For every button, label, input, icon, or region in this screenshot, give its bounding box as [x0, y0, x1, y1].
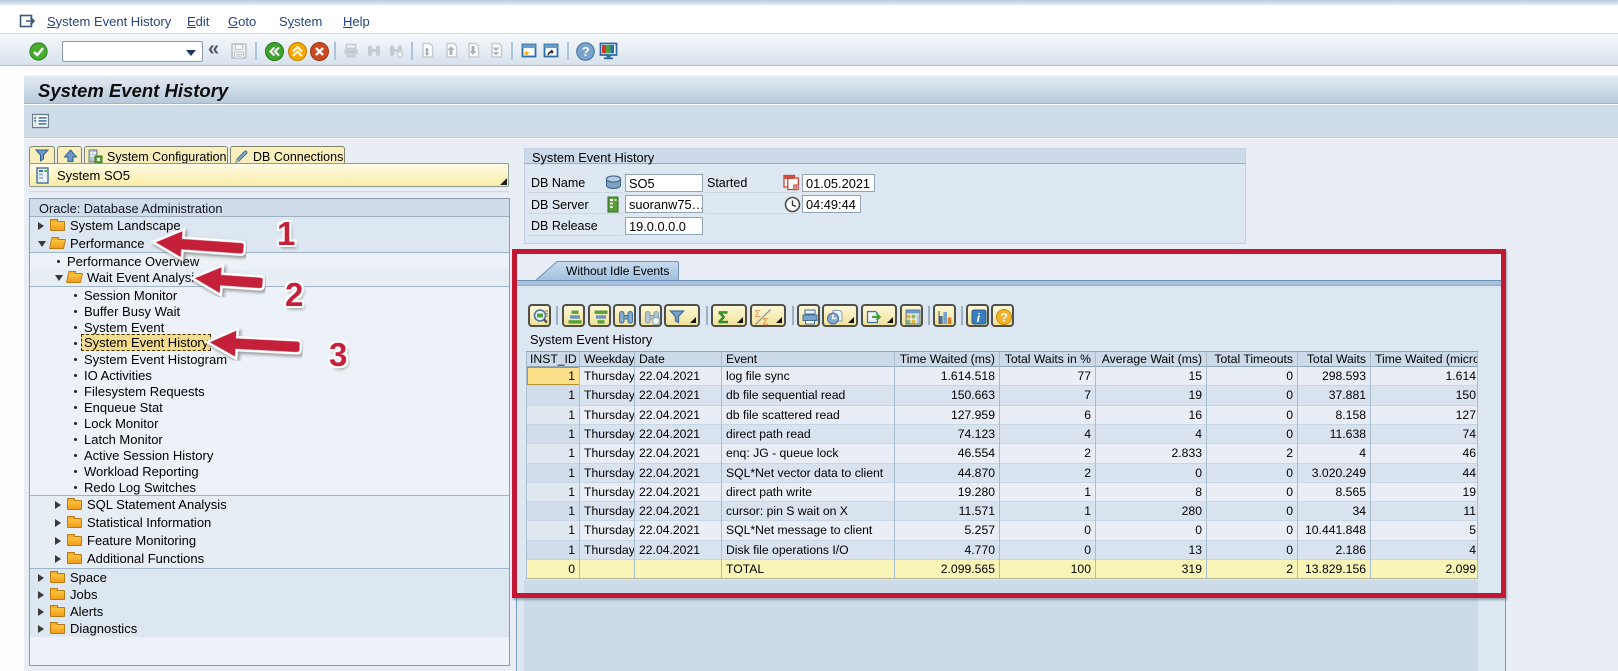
svg-text:?: ?	[582, 44, 590, 59]
svg-text:12: 12	[794, 185, 800, 190]
